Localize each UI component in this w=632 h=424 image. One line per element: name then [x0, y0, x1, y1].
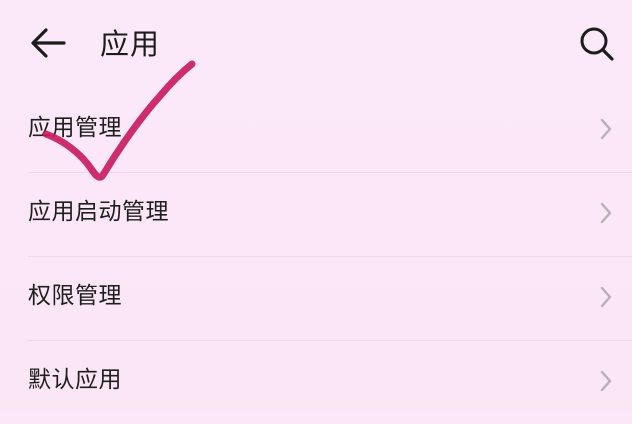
list-item-permission-management[interactable]: 权限管理	[0, 256, 632, 340]
list-item-label: 应用启动管理	[28, 199, 169, 225]
settings-screen: 应用 应用管理 应用启动管理 权限管理 默认应用	[0, 0, 632, 410]
list-item-label: 权限管理	[28, 283, 122, 309]
back-button[interactable]	[24, 22, 72, 66]
chevron-right-icon	[600, 370, 612, 392]
chevron-right-icon	[600, 286, 612, 308]
list-item-label: 应用管理	[28, 115, 122, 141]
search-button[interactable]	[575, 22, 619, 66]
list-item-app-management[interactable]: 应用管理	[0, 88, 632, 172]
page-title: 应用	[100, 27, 161, 61]
chevron-right-icon	[600, 202, 612, 224]
header: 应用	[0, 0, 632, 88]
list-item-app-launch-management[interactable]: 应用启动管理	[0, 172, 632, 256]
arrow-left-icon	[31, 28, 66, 58]
list-item-default-apps[interactable]: 默认应用	[0, 340, 632, 424]
search-icon	[580, 27, 614, 61]
list-item-label: 默认应用	[28, 367, 122, 393]
chevron-right-icon	[600, 118, 612, 140]
